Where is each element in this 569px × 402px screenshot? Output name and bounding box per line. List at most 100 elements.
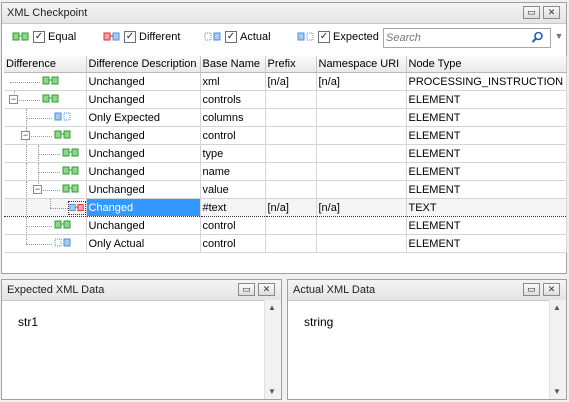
col-namespace-uri[interactable]: Namespace URI	[316, 56, 407, 73]
scroll-down-icon[interactable]: ▼	[553, 387, 561, 396]
type-cell: ELEMENT	[406, 90, 567, 109]
restore-button[interactable]: ▭	[238, 283, 255, 296]
table-header: Difference Difference Description Base N…	[4, 56, 567, 73]
diff-cell	[4, 72, 87, 91]
diff-cell: −	[4, 90, 87, 109]
desc-cell: Only Expected	[86, 108, 201, 127]
desc-cell: Unchanged	[86, 180, 201, 199]
desc-cell: Unchanged	[86, 126, 201, 145]
expected-icon	[54, 112, 71, 121]
desc-cell: Unchanged	[86, 72, 201, 91]
expected-icon	[297, 32, 314, 41]
ns-cell	[316, 180, 407, 199]
ns-cell	[316, 144, 407, 163]
collapse-toggle[interactable]: −	[33, 185, 42, 194]
diff-cell	[4, 162, 87, 181]
close-button[interactable]: ✕	[258, 283, 275, 296]
expected-xml-panel: Expected XML Data ▭ ✕ str1 ▲ ▼	[1, 279, 282, 400]
table-row[interactable]: − Unchanged control ELEMENT	[4, 126, 567, 145]
actual-filter: ✓ Actual	[204, 31, 271, 43]
diff-cell	[4, 198, 87, 217]
diff-cell	[4, 216, 87, 235]
type-cell: ELEMENT	[406, 126, 567, 145]
equal-icon	[12, 32, 29, 41]
type-cell: TEXT	[406, 198, 567, 217]
close-button[interactable]: ✕	[543, 6, 560, 19]
equal-checkbox[interactable]: ✓	[33, 31, 45, 43]
different-label: Different	[139, 31, 181, 43]
base-cell: control	[200, 216, 266, 235]
table-row[interactable]: − Unchanged controls ELEMENT	[4, 90, 567, 109]
equal-icon	[42, 94, 59, 103]
table-row[interactable]: Unchanged xml [n/a] [n/a] PROCESSING_INS…	[4, 72, 567, 91]
actual-panel-title: Actual XML Data	[293, 284, 376, 296]
type-cell: ELEMENT	[406, 216, 567, 235]
base-cell: columns	[200, 108, 266, 127]
different-icon	[103, 32, 120, 41]
base-cell: value	[200, 180, 266, 199]
desc-cell: Unchanged	[86, 144, 201, 163]
filter-toolbar: ✓ Equal ✓ Different ✓ Actual ✓ Expected …	[2, 24, 566, 52]
different-checkbox[interactable]: ✓	[124, 31, 136, 43]
scrollbar[interactable]: ▲ ▼	[264, 300, 281, 399]
base-cell: type	[200, 144, 266, 163]
desc-cell: Unchanged	[86, 90, 201, 109]
table-row[interactable]: Unchanged name ELEMENT	[4, 162, 567, 181]
scroll-down-icon[interactable]: ▼	[268, 387, 276, 396]
actual-icon	[54, 238, 71, 247]
expected-checkbox[interactable]: ✓	[318, 31, 330, 43]
desc-cell: Unchanged	[86, 216, 201, 235]
actual-xml-panel: Actual XML Data ▭ ✕ string ▲ ▼	[287, 279, 567, 400]
diff-cell	[4, 144, 87, 163]
col-prefix[interactable]: Prefix	[265, 56, 317, 73]
collapse-toggle[interactable]: −	[21, 131, 30, 140]
type-cell: ELEMENT	[406, 234, 567, 253]
col-difference[interactable]: Difference	[4, 56, 87, 73]
table-row[interactable]: Only Actual control ELEMENT	[4, 234, 567, 253]
table-row[interactable]: − Unchanged value ELEMENT	[4, 180, 567, 199]
search-dropdown-icon[interactable]: ▼	[553, 31, 565, 45]
restore-button[interactable]: ▭	[523, 283, 540, 296]
checkpoint-titlebar: XML Checkpoint ▭ ✕	[2, 3, 566, 24]
col-node-type[interactable]: Node Type	[406, 56, 567, 73]
actual-titlebar: Actual XML Data ▭ ✕	[288, 280, 566, 301]
search-input[interactable]	[386, 30, 526, 46]
ns-cell: [n/a]	[316, 198, 407, 217]
scroll-up-icon[interactable]: ▲	[553, 303, 561, 312]
col-base-name[interactable]: Base Name	[200, 56, 266, 73]
prefix-cell	[265, 216, 317, 235]
base-cell: controls	[200, 90, 266, 109]
type-cell: ELEMENT	[406, 180, 567, 199]
ns-cell	[316, 216, 407, 235]
equal-icon	[54, 220, 71, 229]
equal-label: Equal	[48, 31, 77, 43]
table-row[interactable]: Unchanged control ELEMENT	[4, 216, 567, 235]
collapse-toggle[interactable]: −	[9, 95, 18, 104]
ns-cell	[316, 90, 407, 109]
type-cell: ELEMENT	[406, 144, 567, 163]
table-row-selected[interactable]: Changed #text [n/a] [n/a] TEXT	[4, 198, 567, 217]
equal-icon	[42, 76, 59, 85]
prefix-cell	[265, 162, 317, 181]
close-button[interactable]: ✕	[543, 283, 560, 296]
search-icon[interactable]	[531, 31, 544, 44]
actual-checkbox[interactable]: ✓	[225, 31, 237, 43]
col-description[interactable]: Difference Description	[86, 56, 201, 73]
type-cell: ELEMENT	[406, 108, 567, 127]
expected-label: Expected	[333, 31, 379, 43]
prefix-cell	[265, 90, 317, 109]
expected-panel-title: Expected XML Data	[7, 284, 105, 296]
prefix-cell	[265, 234, 317, 253]
equal-filter: ✓ Equal	[12, 31, 76, 43]
base-cell: xml	[200, 72, 266, 91]
base-cell: control	[200, 234, 266, 253]
different-icon	[68, 201, 85, 215]
type-cell: ELEMENT	[406, 162, 567, 181]
table-row[interactable]: Only Expected columns ELEMENT	[4, 108, 567, 127]
equal-icon	[54, 130, 71, 139]
restore-button[interactable]: ▭	[523, 6, 540, 19]
base-cell: #text	[200, 198, 266, 217]
scrollbar[interactable]: ▲ ▼	[549, 300, 566, 399]
table-row[interactable]: Unchanged type ELEMENT	[4, 144, 567, 163]
scroll-up-icon[interactable]: ▲	[268, 303, 276, 312]
